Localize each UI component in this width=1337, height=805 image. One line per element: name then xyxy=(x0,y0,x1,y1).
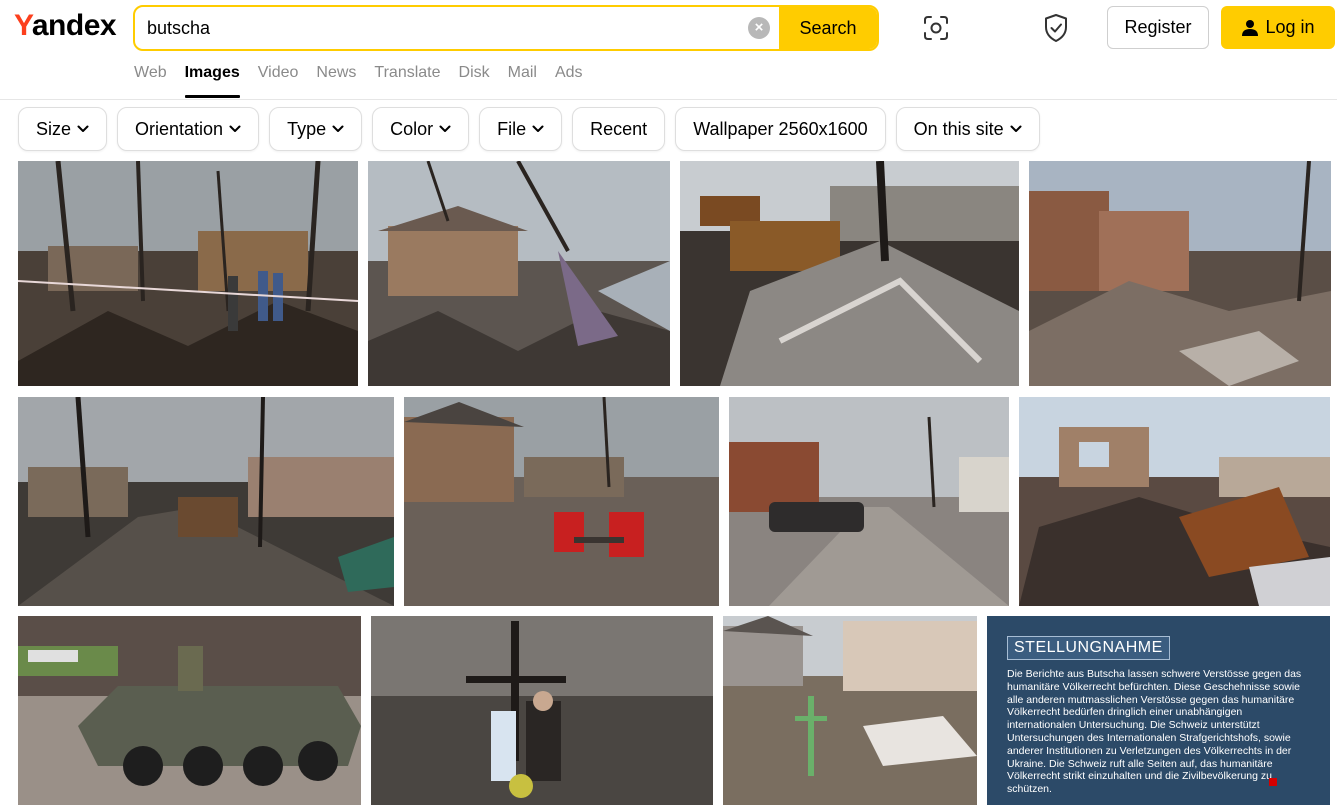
statement-title: STELLUNGNAHME xyxy=(1007,636,1170,660)
destroyed-tank-ruins-photo xyxy=(1019,397,1330,606)
tab-images[interactable]: Images xyxy=(184,62,240,98)
street-with-wreckage-photo xyxy=(18,397,394,606)
tab-ads[interactable]: Ads xyxy=(555,62,583,98)
swiss-flag-icon xyxy=(1269,778,1277,786)
tab-translate[interactable]: Translate xyxy=(374,62,440,98)
image-result[interactable] xyxy=(1019,397,1330,606)
filter-label: Recent xyxy=(590,118,648,139)
logo-letter-y: Y xyxy=(14,9,32,42)
user-icon xyxy=(1242,19,1259,36)
tab-disk[interactable]: Disk xyxy=(459,62,490,98)
shield-check-icon[interactable] xyxy=(1042,12,1070,44)
image-result-statement[interactable]: STELLUNGNAHME Die Berichte aus Butscha l… xyxy=(987,616,1330,805)
image-result[interactable] xyxy=(368,161,670,386)
chevron-down-icon xyxy=(229,125,241,132)
filter-label: Type xyxy=(287,118,327,139)
image-result[interactable] xyxy=(18,616,361,805)
image-result[interactable] xyxy=(1029,161,1331,386)
filter-label: Orientation xyxy=(135,118,224,139)
image-result[interactable] xyxy=(404,397,719,606)
login-button[interactable]: Log in xyxy=(1221,6,1335,49)
image-result[interactable] xyxy=(680,161,1019,386)
service-tabs: Web Images Video News Translate Disk Mai… xyxy=(134,62,601,98)
chevron-down-icon xyxy=(439,125,451,132)
register-button[interactable]: Register xyxy=(1107,6,1209,49)
login-label: Log in xyxy=(1265,17,1315,37)
chevron-down-icon xyxy=(532,125,544,132)
filter-type[interactable]: Type xyxy=(269,107,363,151)
car-on-road-photo xyxy=(729,397,1009,606)
filter-color[interactable]: Color xyxy=(372,107,470,151)
clear-search-icon[interactable]: × xyxy=(748,17,770,39)
burned-tanks-photo xyxy=(680,161,1019,386)
search-box: × Search xyxy=(133,5,879,51)
header: Yandex × Search Register Log in Web Imag… xyxy=(0,0,1337,100)
filter-label: Wallpaper 2560x1600 xyxy=(693,118,868,139)
image-result[interactable] xyxy=(18,161,358,386)
search-button[interactable]: Search xyxy=(779,7,877,49)
filter-recent[interactable]: Recent xyxy=(572,107,666,151)
tab-mail[interactable]: Mail xyxy=(508,62,537,98)
tab-news[interactable]: News xyxy=(316,62,356,98)
chevron-down-icon xyxy=(1010,125,1022,132)
filter-wallpaper[interactable]: Wallpaper 2560x1600 xyxy=(675,107,886,151)
filter-file[interactable]: File xyxy=(479,107,563,151)
destroyed-street-photo xyxy=(18,161,358,386)
image-result[interactable] xyxy=(18,397,394,606)
cemetery-cross-photo xyxy=(371,616,713,805)
tab-web[interactable]: Web xyxy=(134,62,167,98)
grave-site-photo xyxy=(723,616,977,805)
logo-text: andex xyxy=(31,9,117,42)
collapsed-building-photo xyxy=(1029,161,1331,386)
filter-label: File xyxy=(497,118,527,139)
yandex-logo[interactable]: Yandex xyxy=(14,9,117,43)
image-result[interactable] xyxy=(371,616,713,805)
ruined-house-photo xyxy=(368,161,670,386)
filter-bar: Size Orientation Type Color File Recent … xyxy=(18,107,1040,151)
armored-vehicle-photo xyxy=(18,616,361,805)
filter-label: Color xyxy=(390,118,434,139)
image-result[interactable] xyxy=(723,616,977,805)
people-at-table-photo xyxy=(404,397,719,606)
chevron-down-icon xyxy=(332,125,344,132)
filter-on-this-site[interactable]: On this site xyxy=(895,107,1040,151)
filter-label: Size xyxy=(36,118,72,139)
tab-video[interactable]: Video xyxy=(258,62,299,98)
camera-lens-icon[interactable] xyxy=(920,12,952,44)
image-result[interactable] xyxy=(729,397,1009,606)
statement-body: Die Berichte aus Butscha lassen schwere … xyxy=(1007,668,1302,796)
search-input[interactable] xyxy=(147,7,737,49)
filter-size[interactable]: Size xyxy=(18,107,108,151)
chevron-down-icon xyxy=(77,125,89,132)
filter-label: On this site xyxy=(913,118,1004,139)
filter-orientation[interactable]: Orientation xyxy=(117,107,260,151)
